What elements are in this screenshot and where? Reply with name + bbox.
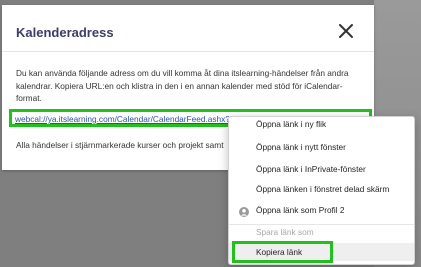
dialog-note: Alla händelser i stjärnmarkerade kurser … <box>16 140 224 150</box>
dialog-title: Kalenderadress <box>16 25 114 40</box>
menu-item-open-as-profile[interactable]: Öppna länk som Profil 2 <box>229 201 414 219</box>
menu-item-copy-link[interactable]: Kopiera länk <box>229 243 414 261</box>
menu-item-open-new-tab[interactable]: Öppna länk i ny flik <box>229 117 414 133</box>
dialog-divider <box>2 51 374 52</box>
close-icon[interactable] <box>338 23 354 39</box>
dialog-description: Du kan använda följande adress om du vil… <box>16 68 349 103</box>
menu-item-open-inprivate[interactable]: Öppna länk i InPrivate-fönster <box>229 160 414 178</box>
menu-item-open-split-screen[interactable]: Öppna länken i fönstret delad skärm <box>229 180 414 198</box>
menu-item-open-new-window[interactable]: Öppna länk i nytt fönster <box>229 138 414 156</box>
profile-icon <box>239 205 249 217</box>
link-context-menu: Öppna länk i ny flik Öppna länk i nytt f… <box>228 116 415 265</box>
menu-item-label: Öppna länk som Profil 2 <box>256 205 345 215</box>
menu-item-save-link-as[interactable]: Spara länk som <box>229 223 414 241</box>
